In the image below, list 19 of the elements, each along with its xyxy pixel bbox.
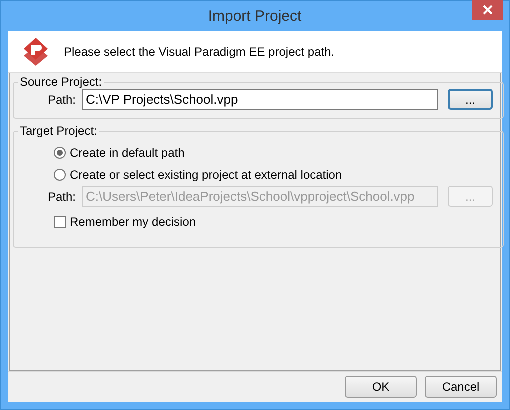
radio-button[interactable] — [54, 147, 66, 159]
logo-icon — [22, 36, 50, 68]
group-title: Target Project: — [19, 124, 98, 138]
radio-label[interactable]: Create in default path — [70, 146, 185, 160]
dialog-button[interactable]: Cancel — [425, 376, 497, 398]
checkbox[interactable] — [54, 216, 66, 228]
close-icon — [482, 5, 492, 15]
path-field[interactable]: C:\VP Projects\School.vpp — [82, 89, 438, 110]
browse-button[interactable]: ... — [448, 89, 493, 110]
group-title: Source Project: — [19, 75, 104, 89]
radio-button[interactable] — [54, 169, 66, 181]
checkbox-label[interactable]: Remember my decision — [70, 215, 196, 229]
window-title: Import Project — [208, 8, 302, 24]
path-label: Path: — [46, 190, 76, 204]
instruction-text: Please select the Visual Paradigm EE project path. — [64, 44, 335, 58]
close-button[interactable] — [472, 0, 503, 20]
path-label: Path: — [46, 92, 76, 106]
radio-label[interactable]: Create or select existing project at external location — [70, 168, 342, 182]
dialog-button[interactable]: OK — [345, 376, 417, 398]
